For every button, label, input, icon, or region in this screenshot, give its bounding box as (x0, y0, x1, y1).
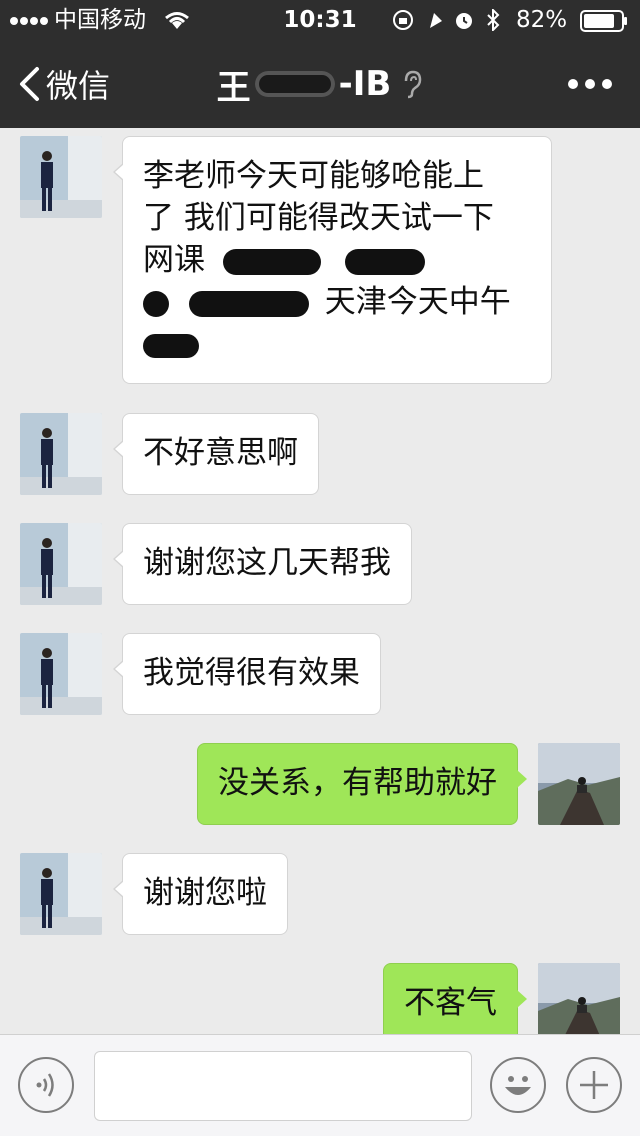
battery-percent: 82% (516, 7, 568, 33)
emoji-button[interactable] (490, 1057, 546, 1113)
message-bubble-incoming[interactable]: 谢谢您这几天帮我 (113, 523, 412, 605)
message-text: 不客气 (404, 985, 497, 1021)
title-suffix: -IB (338, 64, 392, 104)
title-prefix: 王 (216, 67, 251, 108)
message-text: 谢谢您这几天帮我 (143, 545, 391, 581)
message-bubble-incoming[interactable]: 我觉得很有效果 (113, 633, 381, 715)
message-line: 了 我们可能得改天试一下 (143, 200, 494, 236)
message-text: 谢谢您啦 (143, 875, 267, 911)
message-bubble-incoming[interactable]: 李老师今天可能够呛能上 了 我们可能得改天试一下 网课 天津今天中午 (113, 136, 552, 384)
contact-avatar[interactable] (20, 853, 102, 935)
message-input[interactable] (94, 1051, 472, 1121)
message-bubble-outgoing[interactable]: 不客气 (383, 963, 527, 1034)
message-line-row: 网课 (143, 239, 531, 281)
message-line: 天津今天中午 (324, 284, 511, 320)
plus-icon (580, 1071, 608, 1099)
my-avatar[interactable] (538, 743, 620, 825)
chat-area[interactable]: 李老师今天可能够呛能上 了 我们可能得改天试一下 网课 天津今天中午 不好意思啊 (0, 128, 640, 1034)
contact-avatar[interactable] (20, 413, 102, 495)
ear-icon (405, 70, 422, 99)
location-icon (430, 13, 442, 28)
contact-avatar[interactable] (20, 633, 102, 715)
my-avatar[interactable] (538, 963, 620, 1034)
title-redaction (254, 71, 335, 97)
message-line: 网课 (143, 242, 205, 278)
message-text: 我觉得很有效果 (143, 655, 360, 691)
message-bubble-incoming[interactable]: 谢谢您啦 (113, 853, 288, 935)
message-bubble-incoming[interactable]: 不好意思啊 (113, 413, 319, 495)
nav-bar: 微信 王 -IB (0, 40, 640, 128)
message-text: 不好意思啊 (143, 435, 298, 471)
message-line-row (143, 323, 531, 365)
message-bubble-outgoing[interactable]: 没关系，有帮助就好 (197, 743, 527, 825)
battery-icon (580, 10, 627, 32)
message-text: 没关系，有帮助就好 (218, 765, 497, 801)
orientation-lock-icon (393, 10, 413, 30)
voice-icon (36, 1073, 54, 1097)
status-icons (393, 9, 500, 31)
voice-button[interactable] (18, 1057, 74, 1113)
redaction-mark (143, 333, 199, 358)
contact-avatar[interactable] (20, 136, 102, 218)
more-options-icon[interactable] (566, 76, 614, 92)
contact-avatar[interactable] (20, 523, 102, 605)
status-bar: 中国移动 10:31 82% (0, 0, 640, 40)
input-bar (0, 1034, 640, 1136)
chat-title: 王 -IB (0, 60, 640, 108)
redaction-mark (222, 248, 321, 275)
redaction-mark (188, 290, 309, 317)
message-line-row: 天津今天中午 (143, 281, 531, 323)
redaction-mark (344, 248, 425, 275)
emoji-icon (505, 1076, 531, 1095)
alarm-icon (456, 13, 472, 29)
more-functions-button[interactable] (566, 1057, 622, 1113)
redaction-mark (143, 290, 169, 317)
message-line: 李老师今天可能够呛能上 (143, 158, 484, 194)
bluetooth-icon (487, 9, 500, 31)
